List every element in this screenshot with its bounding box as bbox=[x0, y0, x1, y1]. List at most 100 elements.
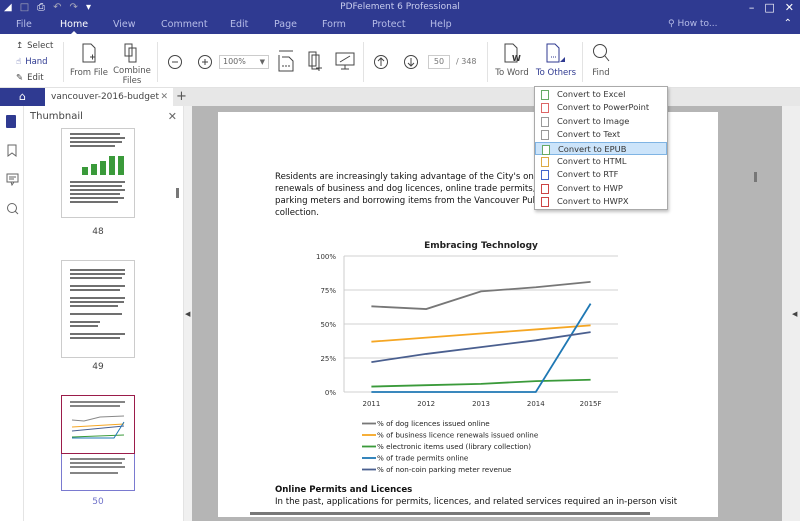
legend-label: % of trade permits online bbox=[377, 454, 469, 463]
menu-item-convert-text[interactable]: Convert to Text bbox=[535, 128, 667, 141]
zoom-in-button[interactable] bbox=[197, 54, 213, 70]
how-to-search[interactable]: ⚲ How to... bbox=[668, 19, 717, 29]
zoom-level-select[interactable]: 100% ▼ bbox=[219, 55, 269, 69]
legend-label: % of business licence renewals issued on… bbox=[377, 431, 539, 440]
svg-text:W: W bbox=[512, 54, 521, 63]
y-tick-label: 50% bbox=[320, 321, 336, 329]
x-tick-label: 2011 bbox=[362, 400, 380, 408]
close-button[interactable]: ✕ bbox=[785, 1, 794, 14]
menu-tab-help[interactable]: Help bbox=[430, 19, 452, 30]
menu-item-convert-image[interactable]: Convert to Image bbox=[535, 115, 667, 128]
new-tab-button[interactable]: + bbox=[176, 88, 187, 106]
zoom-out-icon bbox=[168, 55, 182, 69]
menu-item-convert-excel[interactable]: Convert to Excel bbox=[535, 88, 667, 101]
home-tab[interactable]: ⌂ bbox=[0, 88, 45, 106]
combine-files-button[interactable]: Combine Files bbox=[112, 43, 151, 86]
menu-tab-home[interactable]: Home bbox=[60, 19, 88, 34]
previous-page-button[interactable] bbox=[373, 54, 389, 70]
thumbnail-page-48[interactable] bbox=[61, 128, 135, 218]
x-tick-label: 2014 bbox=[527, 400, 545, 408]
paragraph-2: In the past, applications for permits, l… bbox=[275, 497, 678, 507]
menu-item-convert-rtf[interactable]: Convert to RTF bbox=[535, 168, 667, 181]
vertical-scrollbar-thumb[interactable] bbox=[754, 172, 757, 182]
zoom-out-button[interactable] bbox=[167, 54, 183, 70]
page-total: / 348 bbox=[456, 57, 477, 66]
next-page-button[interactable] bbox=[403, 54, 419, 70]
thumbnail-panel-icon[interactable] bbox=[6, 115, 16, 128]
collapse-ribbon-icon[interactable]: ⌃ bbox=[784, 18, 792, 29]
horizontal-scrollbar[interactable] bbox=[250, 512, 650, 515]
search-panel-icon[interactable] bbox=[6, 202, 19, 215]
thumbnail-page-49[interactable] bbox=[61, 260, 135, 358]
menu-item-convert-powerpoint[interactable]: Convert to PowerPoint bbox=[535, 101, 667, 114]
fit-page-button[interactable] bbox=[278, 50, 294, 72]
x-tick-label: 2015F bbox=[580, 400, 602, 408]
y-tick-label: 75% bbox=[320, 287, 336, 295]
page-number-input[interactable]: 50 bbox=[428, 55, 450, 69]
window-title: PDFelement 6 Professional bbox=[340, 2, 460, 12]
rtf-file-icon bbox=[541, 170, 549, 181]
page-move-icon bbox=[308, 51, 322, 71]
maximize-button[interactable]: □ bbox=[764, 1, 774, 14]
from-file-button[interactable]: From File bbox=[70, 43, 108, 78]
minimize-button[interactable]: – bbox=[749, 1, 755, 14]
find-button[interactable]: Find bbox=[589, 43, 613, 78]
presentation-button[interactable] bbox=[335, 52, 355, 70]
legend-label: % of non-coin parking meter revenue bbox=[377, 465, 512, 474]
y-tick-label: 100% bbox=[316, 253, 336, 261]
hwpx-file-icon bbox=[541, 197, 549, 208]
series-line bbox=[371, 324, 591, 343]
menu-tab-view[interactable]: View bbox=[113, 19, 136, 30]
document-tab-bar: ⌂ vancouver-2016-budget ✕ + bbox=[0, 88, 800, 106]
line-chart: Embracing Technology 0% 25% 50% 75% 100% 2011 2… bbox=[308, 234, 638, 477]
menu-item-convert-hwpx[interactable]: Convert to HWPX bbox=[535, 195, 667, 208]
bookmark-icon[interactable] bbox=[6, 144, 19, 157]
series-line bbox=[371, 280, 591, 310]
menu-tab-edit[interactable]: Edit bbox=[230, 19, 248, 30]
menu-tab-form[interactable]: Form bbox=[322, 19, 346, 30]
powerpoint-file-icon bbox=[541, 103, 549, 114]
thumbnail-label: 48 bbox=[92, 227, 104, 237]
panel-splitter[interactable]: ◀ bbox=[184, 106, 192, 521]
legend-label: % electronic items used (library collect… bbox=[377, 442, 531, 451]
menu-tab-page[interactable]: Page bbox=[274, 19, 297, 30]
comment-icon[interactable] bbox=[6, 173, 19, 187]
edit-tool[interactable]: ✎ Edit bbox=[16, 73, 44, 83]
to-word-button[interactable]: W To Word bbox=[494, 43, 530, 78]
menu-bar: File Home View Comment Edit Page Form Pr… bbox=[0, 17, 800, 34]
y-tick-label: 0% bbox=[325, 389, 336, 397]
menu-tab-file[interactable]: File bbox=[16, 19, 32, 30]
hand-icon: ☝ bbox=[16, 57, 22, 67]
menu-item-convert-hwp[interactable]: Convert to HWP bbox=[535, 182, 667, 195]
x-tick-label: 2012 bbox=[417, 400, 435, 408]
thumbnail-scrollbar[interactable] bbox=[176, 188, 179, 198]
collapse-arrow-icon[interactable]: ◀ bbox=[185, 310, 190, 318]
ribbon-toolbar: ↥ Select ☝ Hand ✎ Edit From File Combine Fi… bbox=[0, 34, 800, 88]
hwp-file-icon bbox=[541, 183, 549, 194]
hand-tool[interactable]: ☝ Hand bbox=[16, 57, 48, 67]
convert-file-icon bbox=[546, 43, 565, 63]
monitor-icon bbox=[335, 52, 355, 70]
close-panel-icon[interactable]: ✕ bbox=[168, 106, 177, 128]
menu-item-convert-html[interactable]: Convert to HTML bbox=[535, 155, 667, 168]
menu-tab-comment[interactable]: Comment bbox=[161, 19, 208, 30]
title-bar: ◢ □ ⎙ ↶ ↷ ▾ PDFelement 6 Professional – … bbox=[0, 0, 800, 17]
page-layout-button[interactable] bbox=[307, 50, 323, 72]
document-tab[interactable]: vancouver-2016-budget ✕ bbox=[45, 88, 173, 106]
thumbnail-panel: Thumbnail ✕ 48 49 50 bbox=[24, 106, 184, 521]
fit-page-icon bbox=[278, 50, 294, 72]
paragraph-1: Residents are increasingly taking advant… bbox=[275, 172, 553, 218]
thumbnail-page-50[interactable] bbox=[61, 395, 135, 491]
menu-tab-protect[interactable]: Protect bbox=[372, 19, 406, 30]
arrow-down-icon bbox=[404, 55, 418, 69]
to-others-button[interactable]: To Others bbox=[535, 43, 577, 78]
menu-item-convert-epub[interactable]: Convert to EPUB bbox=[535, 141, 667, 155]
close-tab-icon[interactable]: ✕ bbox=[160, 88, 168, 106]
right-panel-splitter[interactable]: ◀ bbox=[782, 106, 800, 521]
convert-dropdown-menu: Convert to Excel Convert to PowerPoint C… bbox=[534, 86, 668, 210]
lightbulb-icon: ⚲ bbox=[668, 19, 675, 29]
home-icon: ⌂ bbox=[19, 90, 26, 103]
select-tool[interactable]: ↥ Select bbox=[16, 41, 53, 51]
expand-arrow-icon[interactable]: ◀ bbox=[792, 310, 797, 318]
new-file-icon bbox=[82, 43, 96, 63]
